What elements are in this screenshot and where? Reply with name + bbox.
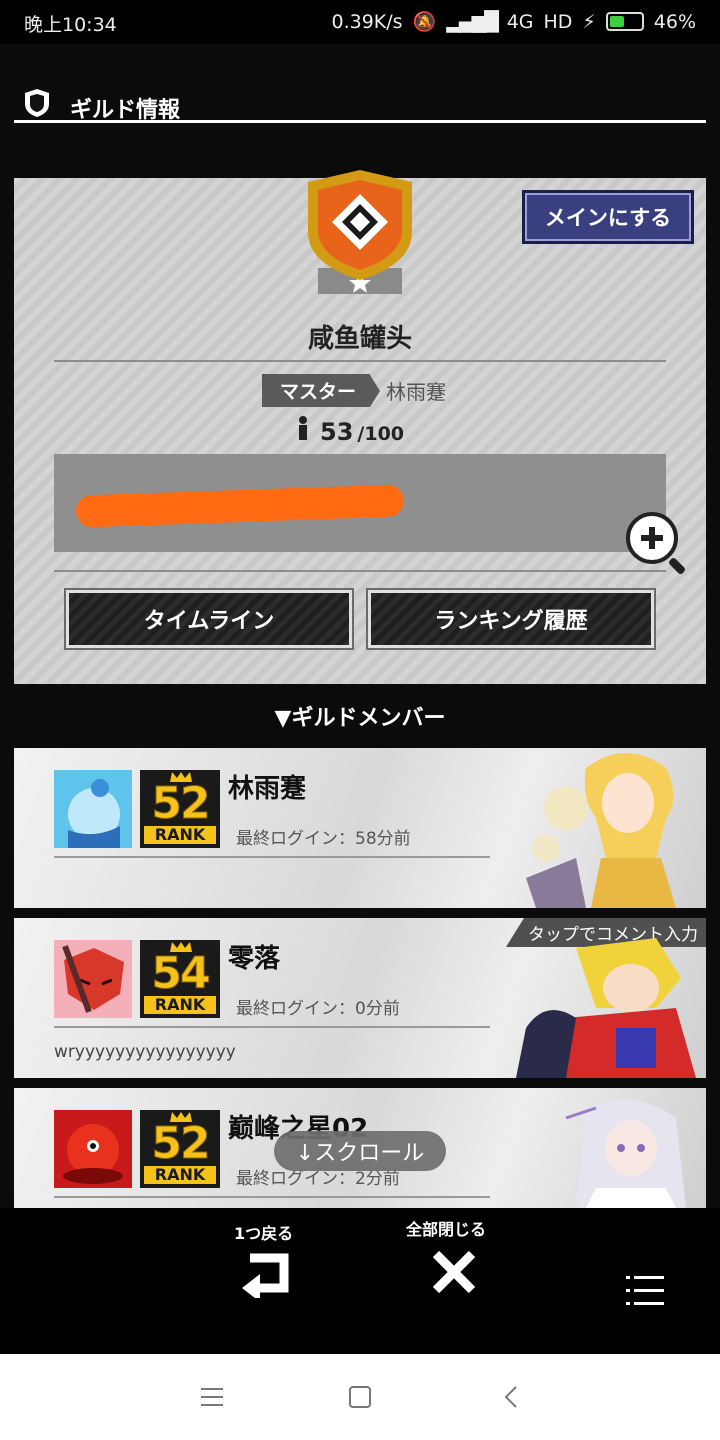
- guild-master: マスター 林雨蹇: [262, 374, 446, 407]
- last-login: 最終ログイン：58分前: [236, 829, 411, 849]
- rank-badge: 54 RANK: [140, 940, 220, 1018]
- divider: [54, 1026, 490, 1028]
- menu-icon[interactable]: [201, 1388, 223, 1406]
- battery-icon: [605, 12, 644, 31]
- shield-icon: [25, 89, 49, 117]
- rank-label: RANK: [144, 1166, 216, 1184]
- status-bar: 晚上10:34 0.39K/s 🔕 ▂▄▆█ 4G HD ⚡ 46%: [0, 0, 720, 44]
- guild-comment-box: [54, 454, 687, 576]
- hd-label: HD: [543, 10, 573, 33]
- close-all-label: 全部閉じる: [406, 1220, 487, 1239]
- battery-percent: 46%: [653, 10, 696, 33]
- network-speed: 0.39K/s: [331, 10, 403, 33]
- character-portrait: [516, 938, 696, 1078]
- network-type: 4G: [506, 10, 534, 33]
- guild-emblem-icon: [308, 170, 412, 294]
- mute-icon: 🔕: [412, 11, 437, 33]
- rank-number: 52: [151, 1118, 211, 1170]
- divider: [54, 360, 666, 362]
- avatar: [54, 1110, 132, 1188]
- member-name: 林雨蹇: [228, 774, 307, 804]
- back-icon[interactable]: [504, 1386, 518, 1408]
- status-right: 0.39K/s 🔕 ▂▄▆█ 4G HD ⚡ 46%: [331, 10, 696, 34]
- menu-icon[interactable]: [626, 1276, 664, 1306]
- rank-number: 52: [151, 778, 211, 830]
- person-icon: [299, 416, 307, 440]
- zoom-in-icon[interactable]: [626, 512, 687, 576]
- status-time: 晚上10:34: [24, 14, 117, 36]
- charging-icon: ⚡: [582, 10, 596, 33]
- home-icon[interactable]: [349, 1386, 371, 1408]
- signal-icon: ▂▄▆█: [446, 10, 498, 33]
- back-arrow-icon[interactable]: [240, 1248, 294, 1298]
- member-count-max: /100: [357, 423, 405, 445]
- member-card[interactable]: 52 RANK 林雨蹇 最終ログイン：58分前: [14, 748, 706, 908]
- rank-number: 54: [151, 948, 211, 1000]
- members-section-title: ▼ギルドメンバー: [274, 706, 446, 731]
- divider: [54, 570, 666, 572]
- member-name: 零落: [228, 944, 281, 974]
- master-name: 林雨蹇: [386, 380, 447, 404]
- divider: [54, 1196, 490, 1198]
- system-nav-bar: [0, 1354, 720, 1440]
- divider: [54, 856, 490, 858]
- rank-label: RANK: [144, 996, 216, 1014]
- timeline-button[interactable]: タイムライン: [66, 590, 352, 648]
- make-main-button[interactable]: メインにする: [522, 190, 694, 244]
- member-count-value: 53: [320, 418, 354, 446]
- member-card[interactable]: タップでコメント入力 54 RANK 零落 最終ログイン：0分前 wryyyyy…: [14, 918, 706, 1078]
- guild-info-panel: メインにする 咸鱼罐头 マスター 林雨蹇 53 /100 タイムライン ランキン…: [14, 170, 706, 684]
- back-label: 1つ戻る: [234, 1224, 294, 1243]
- rank-badge: 52 RANK: [140, 770, 220, 848]
- last-login: 最終ログイン：0分前: [236, 999, 400, 1019]
- page-header: ギルド情報: [14, 86, 706, 126]
- game-screen: ギルド情報 メインにする 咸鱼罐头 マスター 林雨蹇 53 /100 タイムライ…: [0, 44, 720, 1398]
- member-comment: wryyyyyyyyyyyyyyyy: [54, 1042, 236, 1062]
- master-label: マスター: [262, 374, 371, 407]
- close-icon[interactable]: [430, 1248, 478, 1296]
- redacted-scribble: [75, 484, 405, 528]
- scroll-hint: ↓スクロール: [274, 1131, 446, 1171]
- member-count: 53 /100: [296, 416, 404, 446]
- avatar: [54, 940, 132, 1018]
- character-portrait: [526, 753, 676, 908]
- character-portrait: [565, 1100, 686, 1208]
- ranking-history-button[interactable]: ランキング履歴: [368, 590, 654, 648]
- guild-name: 咸鱼罐头: [307, 324, 412, 354]
- tag-arrow: [370, 374, 381, 407]
- rank-badge: 52 RANK: [140, 1110, 220, 1188]
- header-underline: [14, 120, 706, 123]
- rank-label: RANK: [144, 826, 216, 844]
- avatar: [54, 770, 132, 848]
